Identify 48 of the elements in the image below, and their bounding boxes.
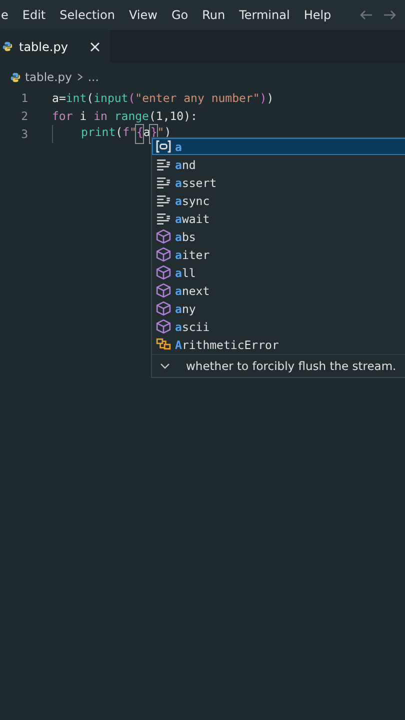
cube-icon	[156, 283, 171, 298]
code-line: a=int(input("enter any number"))	[52, 91, 274, 105]
suggestion-item[interactable]: ArithmeticError	[152, 336, 405, 353]
variable-icon	[156, 139, 171, 154]
cube-icon	[156, 319, 171, 334]
menu-item[interactable]: Selection	[52, 8, 122, 22]
line-number: 3	[20, 127, 29, 141]
details-text: whether to forcibly flush the stream.	[186, 359, 396, 373]
menu-item[interactable]: View	[122, 8, 164, 22]
keyword-icon	[156, 175, 171, 190]
cube-icon	[156, 247, 171, 262]
editor-tab[interactable]: table.py	[0, 30, 110, 63]
python-file-icon	[10, 72, 21, 82]
menu-item[interactable]: Go	[164, 8, 196, 22]
line-number: 2	[20, 109, 29, 123]
python-file-icon	[2, 41, 13, 52]
chevron-icon[interactable]	[160, 362, 170, 370]
suggestion-item[interactable]: and	[152, 156, 405, 173]
suggestion-item[interactable]: async	[152, 192, 405, 209]
suggestion-item[interactable]: ascii	[152, 318, 405, 335]
keyword-icon	[156, 157, 171, 172]
forward-arrow-icon[interactable]	[383, 8, 397, 22]
breadcrumb-item[interactable]: table.py	[25, 70, 72, 84]
cube-icon	[156, 301, 171, 316]
code-line: for i in range(1,10):	[52, 109, 198, 123]
suggestion-item[interactable]: aiter	[152, 246, 405, 263]
keyword-icon	[156, 211, 171, 226]
suggestion-item[interactable]: all	[152, 264, 405, 281]
cube-icon	[156, 265, 171, 280]
menu-item[interactable]: Terminal	[232, 8, 297, 22]
keyword-icon	[156, 193, 171, 208]
close-icon[interactable]	[90, 42, 100, 52]
suggestion-item[interactable]: await	[152, 210, 405, 227]
breadcrumb-item[interactable]: ...	[88, 70, 99, 84]
suggestion-item[interactable]: any	[152, 300, 405, 317]
menu-item[interactable]: Help	[296, 8, 338, 22]
menu-item[interactable]: e	[0, 8, 16, 22]
menu-item[interactable]: Run	[195, 8, 232, 22]
suggestion-item[interactable]: anext	[152, 282, 405, 299]
cube-icon	[156, 229, 171, 244]
back-arrow-icon[interactable]	[359, 8, 373, 22]
line-number: 1	[20, 91, 29, 105]
suggestion-item[interactable]: assert	[152, 174, 405, 191]
class-icon	[156, 337, 171, 352]
chevron-icon	[76, 73, 84, 81]
suggestion-item[interactable]: a	[152, 138, 405, 155]
suggestion-item[interactable]: abs	[152, 228, 405, 245]
menu-item[interactable]: Edit	[15, 8, 53, 22]
